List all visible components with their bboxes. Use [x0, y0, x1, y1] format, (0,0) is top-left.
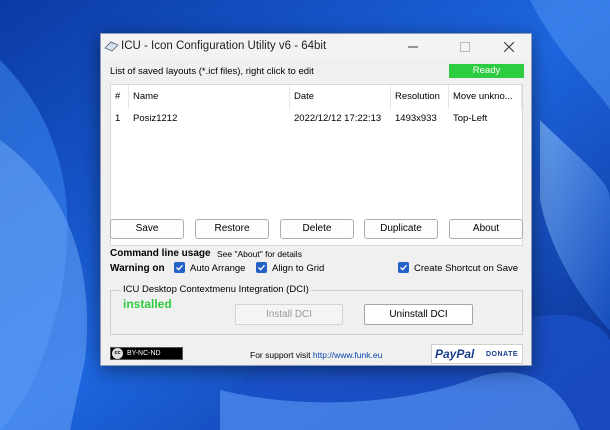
cell-number: 1	[115, 113, 121, 124]
cell-date: 2022/12/12 17:22:13	[294, 113, 382, 124]
restore-button[interactable]: Restore	[195, 219, 269, 239]
title-bar[interactable]: ICU - Icon Configuration Utility v6 - 64…	[101, 34, 531, 59]
table-row[interactable]: 1 Posiz1212 2022/12/12 17:22:13 1493x933…	[111, 111, 522, 127]
auto-arrange-checkbox[interactable]	[174, 262, 185, 273]
column-header-resolution[interactable]: Resolution	[391, 85, 449, 109]
command-line-label: Command line usage	[110, 248, 211, 259]
minimize-icon	[408, 46, 418, 47]
cell-resolution: 1493x933	[395, 113, 437, 124]
uninstall-dci-button[interactable]: Uninstall DCI	[364, 304, 473, 325]
close-button[interactable]	[487, 34, 531, 59]
dci-status: installed	[123, 297, 172, 311]
auto-arrange-label[interactable]: Auto Arrange	[190, 263, 245, 274]
create-shortcut-label[interactable]: Create Shortcut on Save	[414, 263, 518, 274]
column-header-date[interactable]: Date	[290, 85, 391, 109]
install-dci-button[interactable]: Install DCI	[235, 304, 343, 325]
align-to-grid-label[interactable]: Align to Grid	[272, 263, 324, 274]
creative-commons-icon: cc	[112, 348, 123, 359]
delete-button[interactable]: Delete	[280, 219, 354, 239]
maximize-icon	[460, 41, 470, 52]
duplicate-button[interactable]: Duplicate	[364, 219, 438, 239]
cell-move-unknown: Top-Left	[453, 113, 488, 124]
minimize-button[interactable]	[391, 34, 435, 59]
checkmark-icon	[258, 264, 265, 271]
support-label: For support visit	[250, 350, 311, 360]
command-line-hint: See "About" for details	[217, 249, 302, 259]
dci-group: ICU Desktop Contextmenu Integration (DCI…	[110, 284, 523, 335]
checkmark-icon	[176, 264, 183, 271]
support-link[interactable]: http://www.funk.eu	[313, 350, 382, 360]
cell-name: Posiz1212	[133, 113, 178, 124]
donate-label: DONATE	[486, 351, 519, 358]
about-button[interactable]: About	[449, 219, 523, 239]
save-button[interactable]: Save	[110, 219, 184, 239]
dci-group-title: ICU Desktop Contextmenu Integration (DCI…	[121, 284, 311, 295]
license-text: BY-NC-ND	[127, 350, 161, 357]
column-header-name[interactable]: Name	[129, 85, 290, 109]
column-header-move-unknown[interactable]: Move unkno...	[449, 85, 522, 109]
column-header-number[interactable]: #	[111, 85, 129, 109]
create-shortcut-checkbox[interactable]	[398, 262, 409, 273]
paypal-logo: PayPal	[435, 347, 475, 361]
license-badge[interactable]: cc BY-NC-ND	[110, 347, 183, 360]
close-icon	[504, 41, 514, 52]
layouts-info-text: List of saved layouts (*.icf files), rig…	[110, 66, 314, 77]
paypal-donate-button[interactable]: PayPal DONATE	[431, 344, 523, 364]
icu-window: ICU - Icon Configuration Utility v6 - 64…	[100, 33, 532, 366]
status-badge: Ready	[449, 64, 524, 78]
support-text: For support visit http://www.funk.eu	[250, 350, 382, 360]
window-title: ICU - Icon Configuration Utility v6 - 64…	[121, 40, 327, 52]
checkmark-icon	[400, 264, 407, 271]
app-icon	[104, 41, 119, 52]
align-to-grid-checkbox[interactable]	[256, 262, 267, 273]
warning-on-label: Warning on	[110, 263, 165, 274]
maximize-button[interactable]	[443, 34, 487, 59]
